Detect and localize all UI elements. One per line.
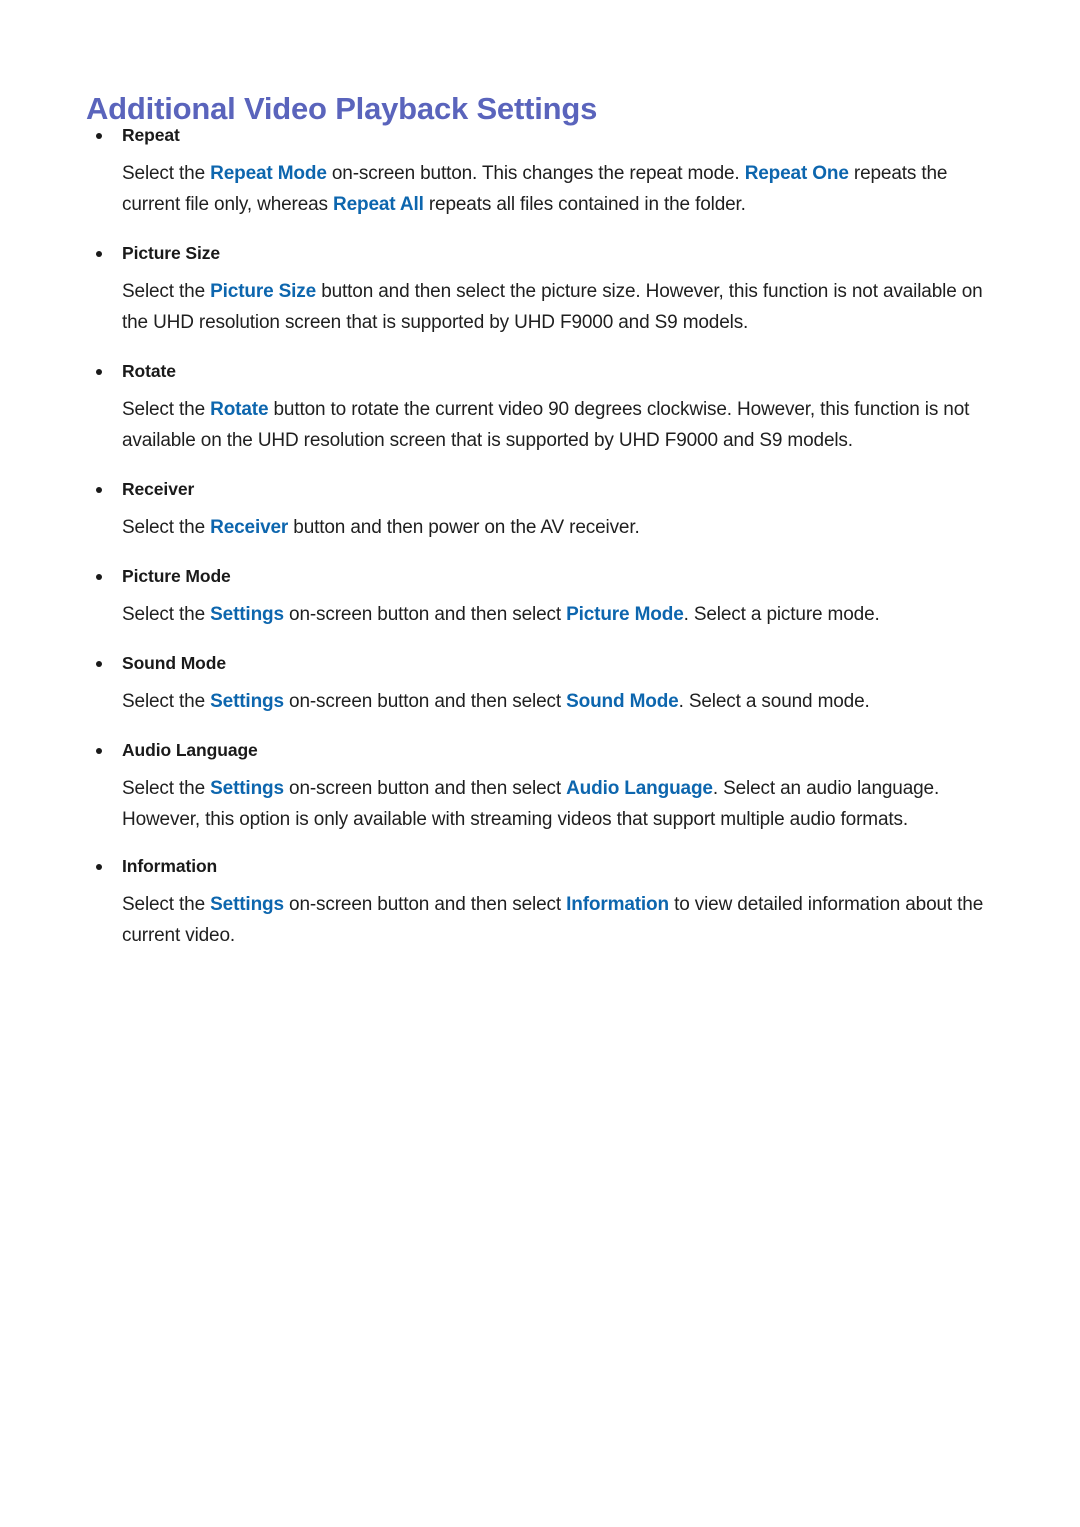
setting-label-text: Information <box>122 856 218 876</box>
setting-section-repeat: Repeat Select the Repeat Mode on-screen b… <box>0 122 1080 220</box>
setting-section-rotate: Rotate Select the Rotate button to rotate… <box>0 358 1080 456</box>
ui-term-reference[interactable]: Receiver <box>210 517 288 538</box>
ui-term-reference[interactable]: Information <box>566 894 669 915</box>
setting-label-audio-language: Audio Language <box>0 737 1080 763</box>
description-text: . Select a picture mode. <box>683 604 880 625</box>
description-text: on-screen button and then select <box>283 691 567 712</box>
description-text: repeats all files contained in the folde… <box>423 194 746 215</box>
ui-term-reference[interactable]: Repeat All <box>333 194 424 215</box>
setting-label-text: Rotate <box>122 361 176 381</box>
setting-description-rotate: Select the Rotate button to rotate the c… <box>0 394 1080 456</box>
setting-description-receiver: Select the Receiver button and then powe… <box>0 512 1080 543</box>
setting-label-text: Audio Language <box>122 740 258 760</box>
description-text: Select the <box>122 778 211 799</box>
ui-term-reference[interactable]: Picture Size <box>210 281 316 302</box>
ui-term-reference[interactable]: Repeat One <box>745 163 849 184</box>
setting-label-text: Picture Mode <box>122 566 231 586</box>
ui-term-reference[interactable]: Settings <box>210 604 284 625</box>
setting-label-picture-size: Picture Size <box>0 240 1080 266</box>
ui-term-reference[interactable]: Settings <box>210 778 284 799</box>
ui-term-reference[interactable]: Rotate <box>210 399 268 420</box>
setting-description-picture-mode: Select the Settings on-screen button and… <box>0 599 1080 630</box>
description-text: Select the <box>122 894 211 915</box>
setting-section-audio-language: Audio Language Select the Settings on-scr… <box>0 737 1080 835</box>
setting-label-repeat: Repeat <box>0 122 1080 148</box>
bullet-dot-icon <box>96 748 102 754</box>
setting-label-information: Information <box>0 853 1080 879</box>
setting-label-sound-mode: Sound Mode <box>0 650 1080 676</box>
ui-term-reference[interactable]: Settings <box>210 894 284 915</box>
description-text: on-screen button and then select <box>283 894 567 915</box>
setting-section-information: Information Select the Settings on-screen… <box>0 853 1080 951</box>
description-text: . Select a sound mode. <box>678 691 870 712</box>
ui-term-reference[interactable]: Sound Mode <box>566 691 679 712</box>
setting-label-text: Sound Mode <box>122 653 226 673</box>
description-text: on-screen button. This changes the repea… <box>326 163 745 184</box>
description-text: Select the <box>122 517 211 538</box>
bullet-dot-icon <box>96 574 102 580</box>
ui-term-reference[interactable]: Repeat Mode <box>210 163 327 184</box>
setting-label-text: Picture Size <box>122 243 221 263</box>
description-text: button and then power on the AV receiver… <box>288 517 640 538</box>
ui-term-reference[interactable]: Picture Mode <box>566 604 684 625</box>
bullet-dot-icon <box>96 369 102 375</box>
bullet-dot-icon <box>96 864 102 870</box>
description-text: on-screen button and then select <box>283 778 567 799</box>
setting-section-receiver: Receiver Select the Receiver button and t… <box>0 476 1080 543</box>
setting-description-sound-mode: Select the Settings on-screen button and… <box>0 686 1080 717</box>
description-text: Select the <box>122 399 211 420</box>
setting-description-information: Select the Settings on-screen button and… <box>0 889 1080 951</box>
setting-section-picture-mode: Picture Mode Select the Settings on-scree… <box>0 563 1080 630</box>
description-text: Select the <box>122 281 211 302</box>
ui-term-reference[interactable]: Audio Language <box>566 778 713 799</box>
description-text: Select the <box>122 691 211 712</box>
setting-description-audio-language: Select the Settings on-screen button and… <box>0 773 1080 835</box>
setting-label-rotate: Rotate <box>0 358 1080 384</box>
settings-section-list: Repeat Select the Repeat Mode on-screen b… <box>0 122 1080 951</box>
ui-term-reference[interactable]: Settings <box>210 691 284 712</box>
setting-description-repeat: Select the Repeat Mode on-screen button.… <box>0 158 1080 220</box>
description-text: on-screen button and then select <box>283 604 567 625</box>
bullet-dot-icon <box>96 133 102 139</box>
document-page: Additional Video Playback Settings Repea… <box>0 0 1080 1527</box>
setting-label-receiver: Receiver <box>0 476 1080 502</box>
description-text: Select the <box>122 604 211 625</box>
bullet-dot-icon <box>96 661 102 667</box>
setting-label-picture-mode: Picture Mode <box>0 563 1080 589</box>
description-text: Select the <box>122 163 211 184</box>
setting-section-sound-mode: Sound Mode Select the Settings on-screen … <box>0 650 1080 717</box>
setting-section-picture-size: Picture Size Select the Picture Size butt… <box>0 240 1080 338</box>
setting-label-text: Receiver <box>122 479 195 499</box>
setting-description-picture-size: Select the Picture Size button and then … <box>0 276 1080 338</box>
bullet-dot-icon <box>96 251 102 257</box>
bullet-dot-icon <box>96 487 102 493</box>
setting-label-text: Repeat <box>122 125 180 145</box>
